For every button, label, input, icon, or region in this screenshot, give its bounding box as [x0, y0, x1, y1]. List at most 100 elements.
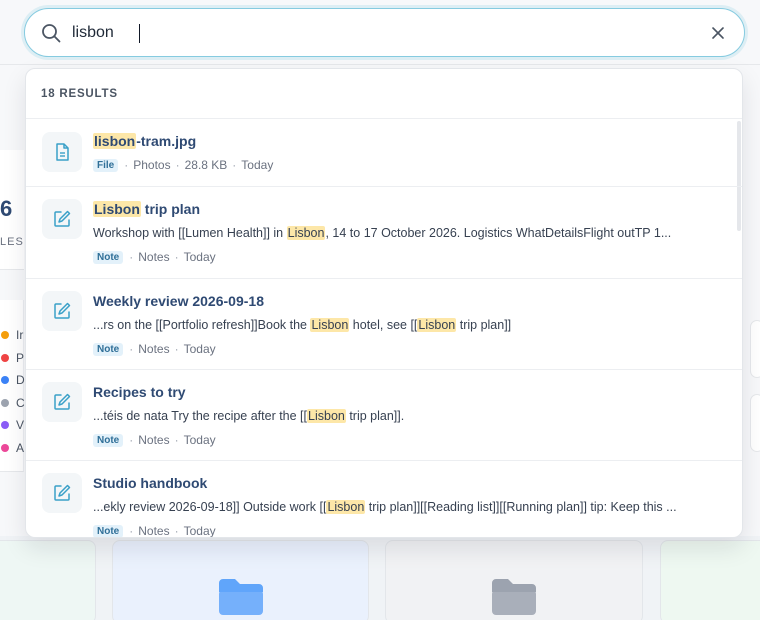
close-icon[interactable]: [711, 26, 725, 40]
meta-value: Today: [183, 433, 216, 447]
result-title: Recipes to try: [93, 384, 186, 400]
match-highlight: Lisbon: [326, 500, 366, 514]
meta-separator: ·: [124, 158, 129, 172]
type-badge: Note: [93, 250, 124, 264]
folder-card-blue[interactable]: [112, 540, 369, 620]
edit-note-icon: [42, 473, 82, 513]
result-title: Studio handbook: [93, 475, 207, 491]
result-meta: Note · Notes · Today: [93, 433, 216, 447]
match-highlight: lisbon: [93, 133, 137, 149]
type-badge: Note: [93, 342, 124, 356]
legend-item[interactable]: C: [1, 395, 25, 411]
search-result-item[interactable]: Studio handbook ...ekly review 2026-09-18…: [26, 461, 742, 538]
result-snippet: ...ekly review 2026-09-18]] Outside work…: [93, 500, 703, 514]
legend-label: P: [16, 350, 25, 365]
legend-item[interactable]: V: [1, 417, 24, 433]
side-card-1[interactable]: [750, 320, 760, 378]
result-title: Weekly review 2026-09-18: [93, 293, 264, 309]
edit-note-icon: [42, 199, 82, 239]
meta-value: Photos: [133, 158, 171, 172]
meta-separator: ·: [175, 158, 180, 172]
result-title: Lisbon trip plan: [93, 201, 200, 217]
search-result-item[interactable]: Lisbon trip plan Workshop with [[Lumen He…: [26, 187, 742, 279]
text-segment: -tram.jpg: [136, 133, 197, 149]
folder-card-partial-left[interactable]: [0, 540, 96, 620]
legend-panel: Ir P D C V A: [0, 300, 25, 472]
result-snippet: ...rs on the [[Portfolio refresh]]Book t…: [93, 318, 703, 332]
meta-value: Today: [183, 250, 216, 264]
meta-value: Today: [183, 524, 216, 538]
search-results-dropdown: 18 RESULTS lisbon-tram.jpg File · Photos · 28…: [25, 68, 743, 538]
side-card-2[interactable]: [750, 394, 760, 452]
legend-dot: [1, 331, 9, 339]
legend-label: D: [16, 373, 25, 387]
stat-label: LES: [0, 236, 24, 248]
results-list: lisbon-tram.jpg File · Photos · 28.8 KB · Today…: [26, 119, 742, 538]
text-segment: Recipes to try: [93, 384, 186, 400]
search-icon: [42, 24, 61, 43]
text-segment: Workshop with [[Lumen Health]] in: [93, 226, 287, 240]
legend-item[interactable]: Ir: [1, 327, 23, 343]
meta-value: Notes: [138, 342, 170, 356]
folder-icon: [218, 579, 263, 615]
meta-separator: ·: [174, 250, 179, 264]
legend-label: V: [16, 418, 25, 432]
search-result-item[interactable]: Weekly review 2026-09-18 ...rs on the [[P…: [26, 279, 742, 370]
meta-separator: ·: [174, 342, 179, 356]
text-segment: ...téis de nata Try the recipe after the…: [93, 409, 308, 423]
match-highlight: Lisbon: [417, 318, 457, 332]
meta-separator: ·: [129, 433, 134, 447]
legend-dot: [1, 421, 9, 429]
meta-value: Notes: [138, 250, 170, 264]
match-highlight: Lisbon: [93, 201, 141, 217]
stat-card: 6 LES: [0, 150, 24, 270]
text-segment: Studio handbook: [93, 475, 208, 491]
search-result-item[interactable]: Recipes to try ...téis de nata Try the re…: [26, 370, 742, 461]
meta-separator: ·: [129, 524, 134, 538]
edit-note-icon: [42, 382, 82, 422]
legend-dot: [1, 353, 9, 362]
meta-value: Notes: [138, 433, 170, 447]
result-meta: Note · Notes · Today: [93, 342, 216, 356]
meta-separator: ·: [129, 250, 134, 264]
text-segment: Weekly review 2026-09-18: [93, 293, 264, 309]
type-badge: File: [93, 158, 119, 172]
legend-dot: [1, 443, 9, 452]
folder-card-gray[interactable]: [385, 540, 643, 620]
header-divider: [0, 64, 760, 65]
text-segment: trip plan: [140, 201, 201, 217]
meta-separator: ·: [174, 524, 179, 538]
meta-value: Today: [241, 158, 274, 172]
meta-value: Notes: [138, 524, 170, 538]
legend-item[interactable]: P: [1, 350, 24, 366]
result-title: lisbon-tram.jpg: [93, 133, 196, 149]
legend-label: Ir: [16, 328, 24, 342]
type-badge: Note: [93, 524, 124, 537]
text-segment: trip plan]]: [456, 318, 512, 332]
result-meta: Note · Notes · Today: [93, 250, 216, 264]
legend-label: A: [16, 440, 25, 455]
folder-icon: [492, 579, 536, 615]
search-result-item[interactable]: lisbon-tram.jpg File · Photos · 28.8 KB · Today: [26, 119, 742, 187]
legend-item[interactable]: A: [1, 440, 24, 456]
text-segment: ...ekly review 2026-09-18]] Outside work…: [93, 500, 327, 514]
stat-value: 6: [0, 196, 13, 221]
meta-separator: ·: [174, 433, 179, 447]
type-badge: Note: [93, 433, 124, 447]
legend-dot: [1, 376, 9, 384]
text-segment: , 14 to 17 October 2026. Logistics WhatD…: [325, 226, 672, 240]
meta-separator: ·: [232, 158, 237, 172]
folder-card-partial-right[interactable]: [660, 540, 760, 620]
match-highlight: Lisbon: [286, 226, 326, 240]
file-icon: [42, 132, 82, 172]
result-snippet: ...téis de nata Try the recipe after the…: [93, 409, 703, 423]
search-bar[interactable]: [24, 8, 745, 57]
meta-value: Today: [183, 342, 216, 356]
edit-note-icon: [42, 291, 82, 331]
match-highlight: Lisbon: [310, 318, 350, 332]
search-input[interactable]: [72, 22, 672, 44]
legend-item[interactable]: D: [1, 372, 25, 388]
meta-separator: ·: [129, 342, 134, 356]
text-caret: [139, 24, 140, 43]
result-snippet: Workshop with [[Lumen Health]] in Lisbon…: [93, 226, 703, 240]
